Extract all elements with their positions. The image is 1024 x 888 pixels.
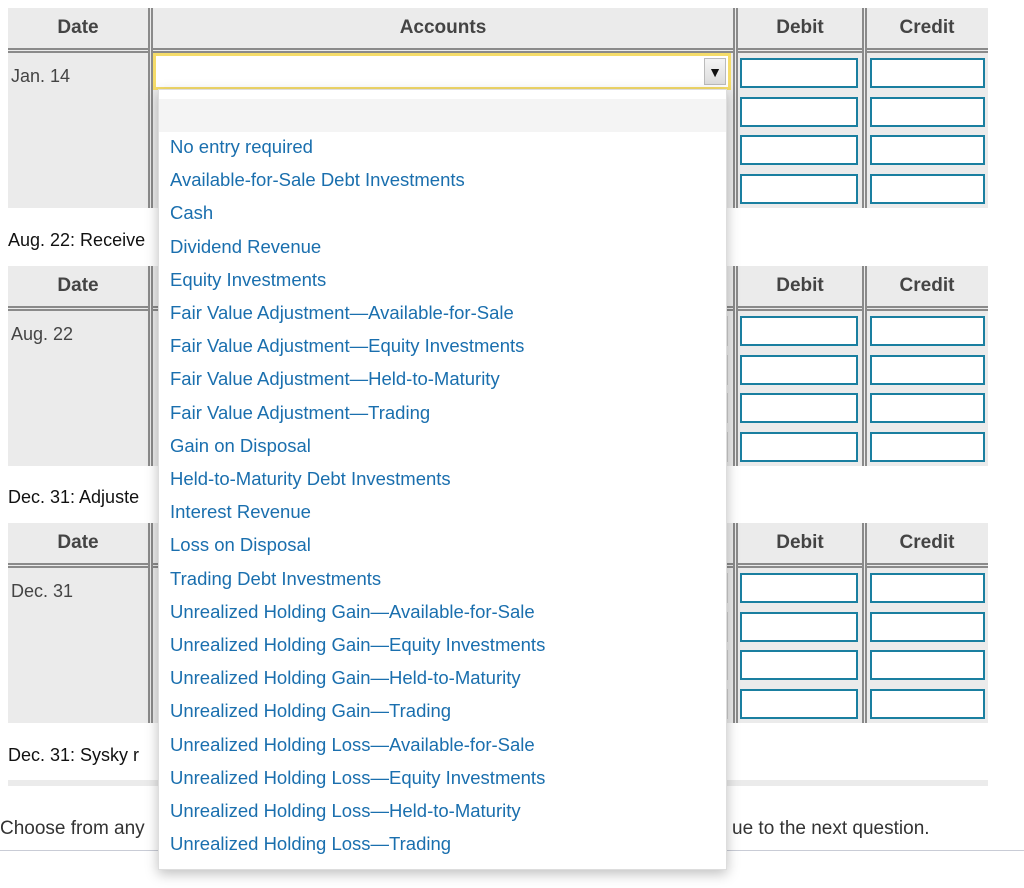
dropdown-option[interactable]: Unrealized Holding Loss—Held-to-Maturity (170, 800, 521, 822)
dropdown-option[interactable]: Available-for-Sale Debt Investments (170, 169, 465, 191)
dropdown-option[interactable]: Unrealized Holding Loss—Equity Investmen… (170, 767, 545, 789)
entry-date: Dec. 31 (11, 581, 74, 601)
divider (862, 8, 867, 208)
header-credit: Credit (899, 17, 955, 38)
header-debit: Debit (776, 17, 824, 38)
credit-input[interactable] (870, 393, 985, 424)
dropdown-option[interactable]: Fair Value Adjustment—Held-to-Maturity (170, 368, 500, 390)
dropdown-option[interactable]: Loss on Disposal (170, 534, 311, 556)
credit-input[interactable] (870, 689, 985, 720)
instructions-text: Choose from any (0, 818, 145, 839)
dropdown-option[interactable]: Equity Investments (170, 269, 326, 291)
credit-input[interactable] (870, 135, 985, 166)
credit-input[interactable] (870, 611, 985, 642)
header-date: Date (57, 17, 99, 38)
credit-input[interactable] (870, 174, 985, 205)
credit-input[interactable] (870, 432, 985, 463)
debit-input[interactable] (740, 174, 858, 205)
transaction-description: Dec. 31: Sysky r (8, 745, 140, 765)
account-dropdown-list[interactable]: No entry required Available-for-Sale Debt… (158, 89, 727, 870)
dropdown-option[interactable]: Cash (170, 202, 213, 224)
debit-input[interactable] (740, 611, 858, 642)
dropdown-option[interactable]: Unrealized Holding Gain—Trading (170, 700, 451, 722)
divider (148, 266, 153, 466)
credit-input[interactable] (870, 316, 985, 346)
credit-input[interactable] (870, 96, 985, 127)
dropdown-option[interactable]: Gain on Disposal (170, 435, 311, 457)
header-date: Date (57, 532, 99, 553)
dropdown-option[interactable]: Unrealized Holding Gain—Equity Investmen… (170, 634, 545, 656)
divider (733, 523, 738, 723)
dropdown-option[interactable]: Unrealized Holding Loss—Trading (170, 833, 451, 855)
debit-input[interactable] (740, 96, 858, 127)
dropdown-option[interactable]: Interest Revenue (170, 501, 311, 523)
transaction-description: Aug. 22: Receive (8, 230, 146, 250)
header-date: Date (57, 275, 99, 296)
dropdown-option[interactable]: Trading Debt Investments (170, 568, 381, 590)
debit-input[interactable] (740, 650, 858, 681)
credit-input[interactable] (870, 58, 985, 88)
credit-input[interactable] (870, 354, 985, 385)
debit-input[interactable] (740, 135, 858, 166)
dropdown-option[interactable]: Unrealized Holding Gain—Held-to-Maturity (170, 667, 521, 689)
dropdown-option[interactable]: Fair Value Adjustment—Equity Investments (170, 335, 524, 357)
header-credit: Credit (899, 275, 955, 296)
credit-input[interactable] (870, 573, 985, 603)
transaction-description: Dec. 31: Adjuste (8, 487, 140, 507)
dropdown-option[interactable]: Fair Value Adjustment—Trading (170, 402, 430, 424)
divider (862, 266, 867, 466)
divider (148, 523, 153, 723)
instructions-text-end: ue to the next question. (732, 818, 930, 839)
account-select[interactable]: ▼ (153, 53, 731, 90)
dropdown-option[interactable]: No entry required (170, 136, 313, 158)
divider (733, 266, 738, 466)
dropdown-option[interactable]: Held-to-Maturity Debt Investments (170, 468, 451, 490)
header-debit: Debit (776, 275, 824, 296)
entry-date: Jan. 14 (11, 66, 71, 86)
debit-input[interactable] (740, 432, 858, 463)
debit-input[interactable] (740, 689, 858, 720)
header-accounts: Accounts (399, 17, 487, 38)
dropdown-option[interactable]: Dividend Revenue (170, 236, 321, 258)
debit-input[interactable] (740, 316, 858, 346)
debit-input[interactable] (740, 58, 858, 88)
dropdown-option[interactable]: Unrealized Holding Gain—Available-for-Sa… (170, 601, 535, 623)
debit-input[interactable] (740, 393, 858, 424)
header-credit: Credit (899, 532, 955, 553)
entry-date: Aug. 22 (11, 324, 74, 344)
debit-input[interactable] (740, 354, 858, 385)
divider (733, 8, 738, 208)
dropdown-option-blank[interactable] (159, 99, 726, 132)
chevron-down-icon[interactable]: ▼ (704, 58, 726, 85)
debit-input[interactable] (740, 573, 858, 603)
dropdown-option[interactable]: Fair Value Adjustment—Available-for-Sale (170, 302, 514, 324)
header-debit: Debit (776, 532, 824, 553)
divider (862, 523, 867, 723)
dropdown-option[interactable]: Unrealized Holding Loss—Available-for-Sa… (170, 734, 535, 756)
divider (148, 8, 153, 208)
credit-input[interactable] (870, 650, 985, 681)
